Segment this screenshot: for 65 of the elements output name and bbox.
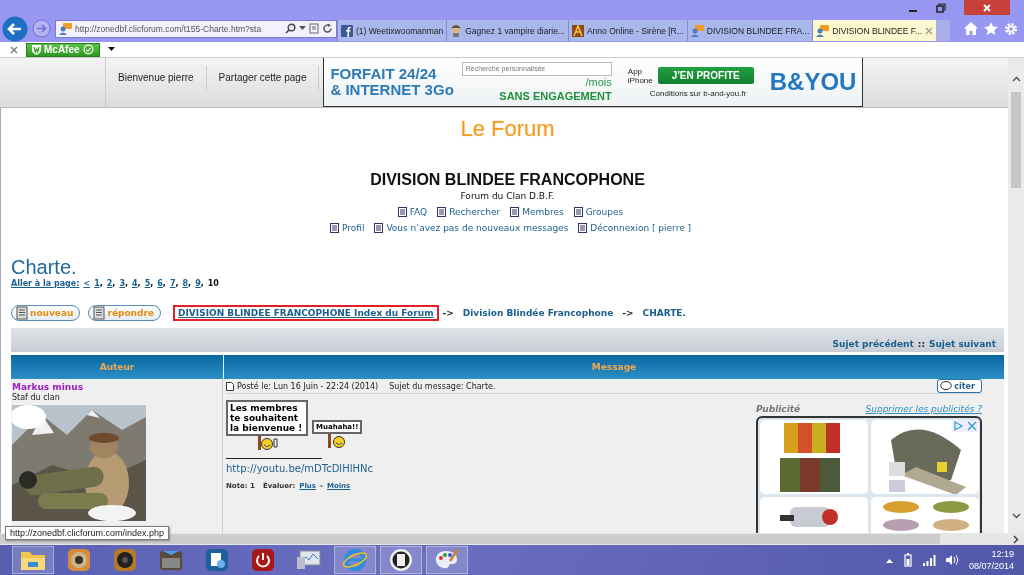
separator-text: -> [622, 308, 634, 318]
separator-text: :: [917, 339, 925, 349]
ad-cta-button[interactable]: J'EN PROFITE [657, 67, 754, 84]
browser-tab[interactable]: DIVISION BLINDEE F... [812, 20, 937, 41]
ad-logo: B&YOU [769, 68, 857, 96]
clock-date[interactable]: 08/07/2014 [968, 560, 1014, 572]
forum-title: DIVISION BLINDEE FRANCOPHONE [370, 170, 645, 190]
column-header: Auteur [11, 355, 224, 379]
next-topic-link[interactable]: Sujet suivant [929, 339, 996, 349]
page-link[interactable]: 4 [132, 278, 138, 290]
nav-link[interactable]: FAQ [409, 206, 428, 218]
nav-link[interactable]: Rechercher [449, 206, 501, 218]
author-rank: Staf du clan [12, 393, 61, 403]
post-subject: Sujet du message: Charte. [389, 381, 496, 391]
separator-text: , [124, 278, 128, 290]
ad-text: SANS ENGAGEMENT [499, 88, 612, 103]
address-field[interactable]: http://zonedbf.clicforum.com/t155-Charte.htm?sta [55, 19, 337, 38]
browser-tab[interactable]: DIVISION BLINDEE FRA... [686, 20, 813, 41]
nav-link[interactable]: Groupes [585, 206, 624, 218]
page-link[interactable]: 7 [169, 278, 176, 290]
author-name[interactable]: Markus minus [12, 382, 222, 393]
previous-topic-link[interactable]: Sujet précédent [832, 339, 914, 349]
separator-text: , [99, 278, 103, 290]
breadcrumb-link[interactable]: CHARTE. [637, 305, 691, 321]
previous-page-link[interactable]: < [83, 278, 91, 290]
sign-text: Les membres te souhaitent la bienvenue ! [226, 400, 308, 436]
page-link[interactable]: 1 [94, 278, 100, 290]
quote-button[interactable]: citer [937, 379, 982, 393]
column-header: Message [224, 355, 1004, 379]
ad-text: App iPhone [627, 66, 654, 85]
page-link[interactable]: 6 [157, 278, 163, 290]
current-page: 10 [207, 278, 219, 290]
browser-tab[interactable]: (1) Weetixwoomanman [337, 20, 447, 41]
ad-text: Conditions sur b-and-you.fr [648, 88, 748, 98]
separator-text: , [112, 278, 116, 290]
clock-time[interactable]: 12:19 [991, 548, 1014, 560]
pagination-label[interactable]: Aller à la page: [11, 278, 80, 290]
nav-link[interactable]: Déconnexion [ pierre ] [590, 222, 692, 234]
video-link[interactable]: http://youtu.be/mDTcDlHlHNc [226, 462, 373, 476]
browser-tab[interactable]: Gagnez 1 vampire diarie... [446, 20, 568, 41]
share-link[interactable]: Partager cette page [206, 66, 320, 90]
separator-text: -> [442, 308, 454, 318]
ad-headline: FORFAIT 24/24 [330, 66, 438, 82]
ad-headline: & INTERNET 3Go [330, 82, 454, 98]
separator-text: , [162, 278, 166, 290]
separator-text: , [188, 278, 192, 290]
browser-tab[interactable]: Anno Online - Sirène [R... [567, 20, 687, 41]
separator-text: , [200, 278, 204, 290]
breadcrumb-link[interactable]: Division Blindée Francophone [457, 305, 619, 321]
separator-text: , [175, 278, 179, 290]
status-tooltip: http://zonedbf.clicforum.com/index.php [5, 526, 170, 540]
separator-text: , [150, 278, 154, 290]
forum-subtitle: Forum du Clan D.B.F. [460, 190, 555, 202]
nav-link[interactable]: Membres [522, 206, 564, 218]
welcome-text: Bienvenue pierre [106, 66, 207, 90]
page-link[interactable]: 3 [119, 278, 125, 290]
post-date: Posté le: Lun 16 Juin - 22:24 (2014) [237, 381, 379, 391]
breadcrumb-link[interactable]: DIVISION BLINDEE FRANCOPHONE Index du Forum [173, 305, 439, 321]
nav-link[interactable]: Vous n’avez pas de nouveaux messages [386, 222, 569, 234]
ad-text: /mois [585, 75, 612, 89]
nav-link[interactable]: Profil [341, 222, 365, 234]
topic-title: Charte. [11, 256, 78, 278]
page-link[interactable]: 9 [195, 278, 201, 290]
separator-text: , [137, 278, 141, 290]
ad-label: Publicité [756, 404, 801, 414]
